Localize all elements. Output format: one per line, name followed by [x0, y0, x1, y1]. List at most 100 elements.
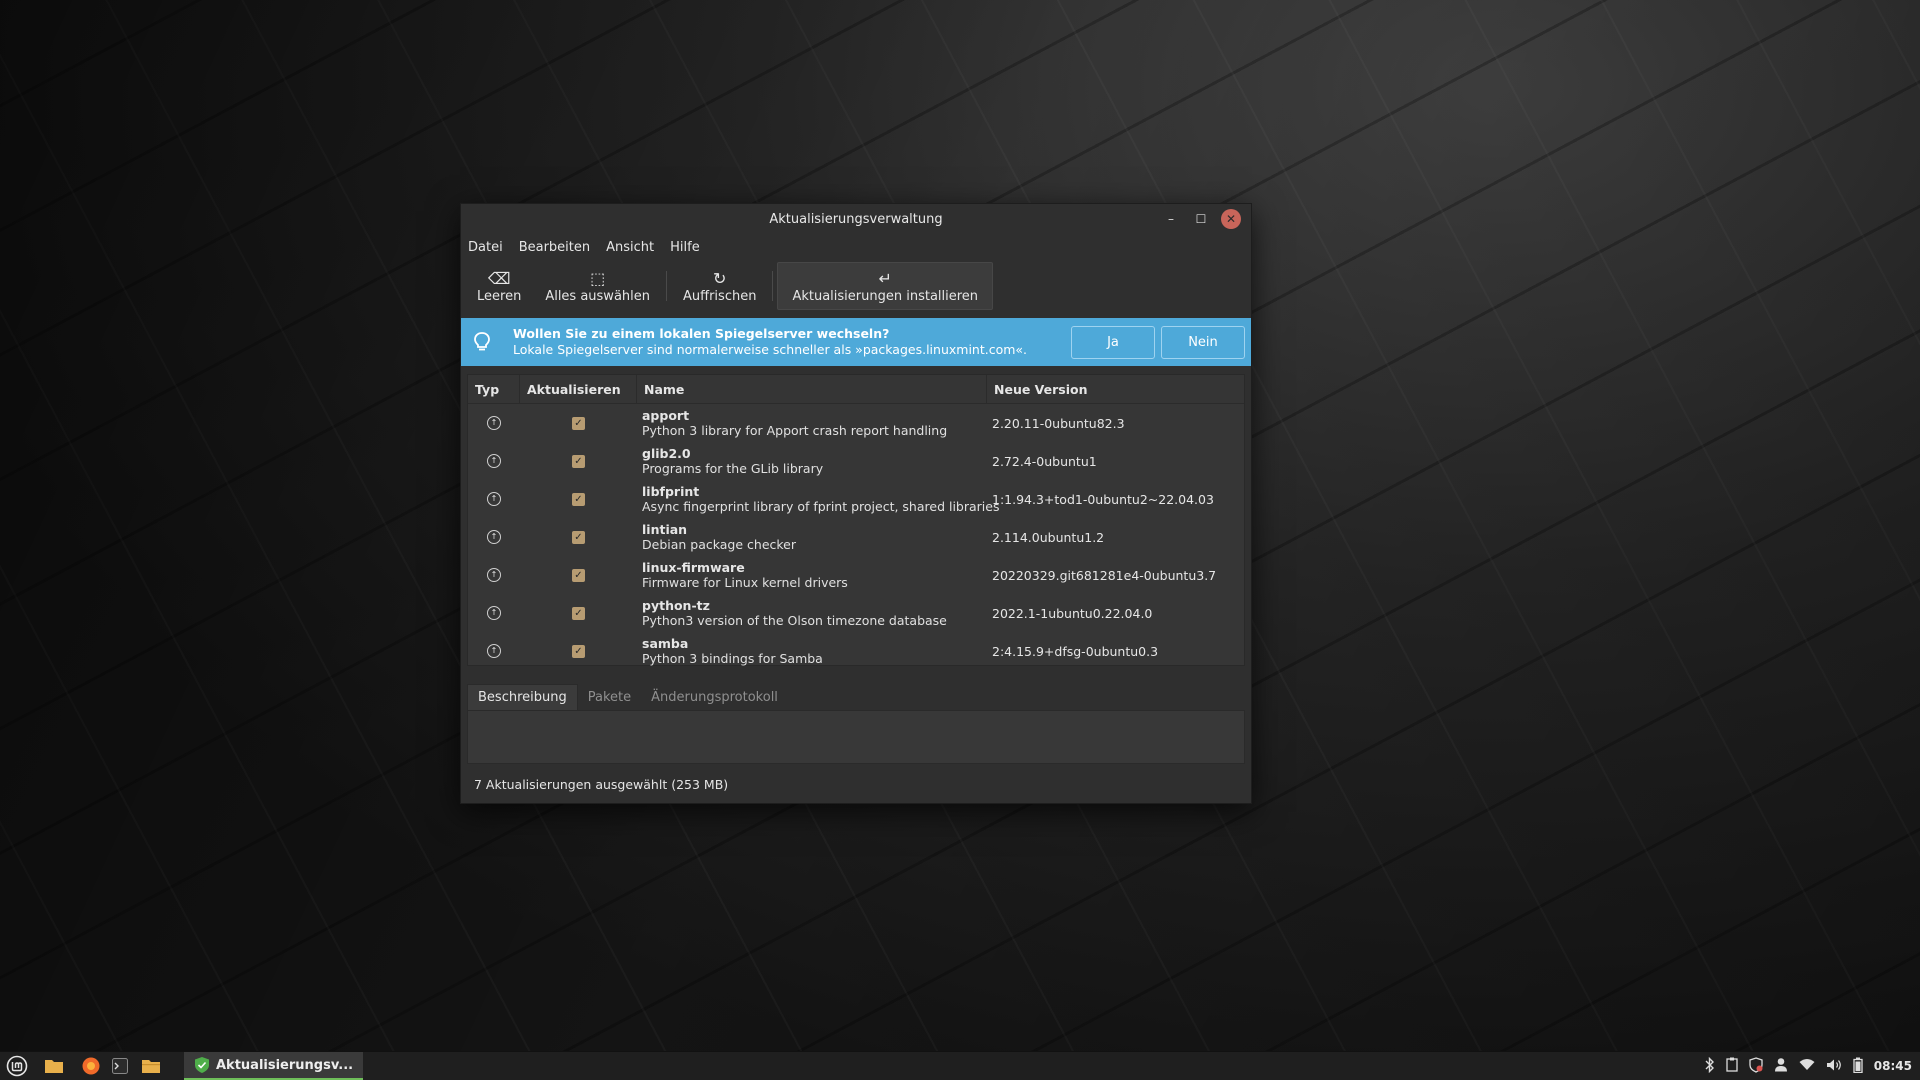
- package-description: Programs for the GLib library: [642, 461, 824, 476]
- window-controls: – ☐ ✕: [1161, 209, 1241, 229]
- package-name: apport: [642, 408, 690, 423]
- toolbar-separator: [666, 271, 667, 301]
- menu-ansicht[interactable]: Ansicht: [606, 240, 654, 255]
- package-description: Debian package checker: [642, 537, 797, 552]
- window-titlebar[interactable]: Aktualisierungsverwaltung – ☐ ✕: [461, 204, 1251, 234]
- clear-button-label: Leeren: [477, 288, 522, 304]
- taskbar-window-label: Aktualisierungsv...: [216, 1057, 354, 1073]
- package-version: 2022.1-1ubuntu0.22.04.0: [992, 605, 1153, 621]
- updates-table: Typ Aktualisieren Name Neue Version ↑ ✓ …: [467, 374, 1245, 666]
- package-name: linux-firmware: [642, 560, 745, 575]
- table-row[interactable]: ↑ ✓ apport Python 3 library for Apport cr…: [468, 404, 1244, 442]
- volume-icon[interactable]: [1826, 1058, 1842, 1075]
- table-header: Typ Aktualisieren Name Neue Version: [468, 375, 1244, 404]
- tab-pakete[interactable]: Pakete: [578, 685, 641, 710]
- package-name: samba: [642, 636, 689, 651]
- menu-hilfe[interactable]: Hilfe: [670, 240, 700, 255]
- no-button[interactable]: Nein: [1161, 325, 1245, 359]
- close-button[interactable]: ✕: [1221, 209, 1241, 229]
- window-title: Aktualisierungsverwaltung: [769, 211, 943, 227]
- firefox-icon[interactable]: [74, 1052, 108, 1080]
- table-row[interactable]: ↑ ✓ linux-firmware Firmware for Linux ker…: [468, 556, 1244, 594]
- select-all-button[interactable]: ⬚ Alles auswählen: [533, 263, 662, 309]
- table-row[interactable]: ↑ ✓ glib2.0 Programs for the GLib library…: [468, 442, 1244, 480]
- taskbar-window-button[interactable]: Aktualisierungsv...: [184, 1052, 364, 1080]
- table-row[interactable]: ↑ ✓ samba Python 3 bindings for Samba 2:4…: [468, 632, 1244, 670]
- column-header-version[interactable]: Neue Version: [987, 375, 1244, 403]
- package-version: 2.72.4-0ubuntu1: [992, 453, 1097, 469]
- update-checkbox[interactable]: ✓: [572, 568, 585, 582]
- user-icon[interactable]: [1774, 1057, 1788, 1075]
- upgrade-icon: ↑: [487, 530, 501, 544]
- package-description: Firmware for Linux kernel drivers: [642, 575, 848, 590]
- package-version: 20220329.git681281e4-0ubuntu3.7: [992, 567, 1217, 583]
- clipboard-icon[interactable]: [1726, 1057, 1738, 1075]
- enter-icon: ↵: [878, 268, 892, 288]
- refresh-button-label: Auffrischen: [683, 288, 757, 304]
- package-description: Python3 version of the Olson timezone da…: [642, 613, 947, 628]
- upgrade-icon: ↑: [487, 454, 501, 468]
- lightbulb-icon: [467, 331, 497, 353]
- refresh-icon: ↻: [713, 268, 727, 288]
- yes-button[interactable]: Ja: [1071, 325, 1155, 359]
- update-checkbox[interactable]: ✓: [572, 644, 585, 658]
- toolbar: ⌫ Leeren ⬚ Alles auswählen ↻ Auffrischen…: [461, 260, 1251, 312]
- menu-bearbeiten[interactable]: Bearbeiten: [519, 240, 590, 255]
- package-description: Python 3 library for Apport crash report…: [642, 423, 948, 438]
- table-row[interactable]: ↑ ✓ python-tz Python3 version of the Olso…: [468, 594, 1244, 632]
- infobar-text: Lokale Spiegelserver sind normalerweise …: [513, 342, 1028, 357]
- package-version: 2.114.0ubuntu1.2: [992, 529, 1105, 545]
- tab-aenderungsprotokoll[interactable]: Änderungsprotokoll: [641, 685, 788, 710]
- install-updates-button-label: Aktualisierungen installieren: [792, 288, 979, 304]
- upgrade-icon: ↑: [487, 492, 501, 506]
- clock[interactable]: 08:45: [1874, 1059, 1912, 1073]
- update-manager-window: Aktualisierungsverwaltung – ☐ ✕ Datei Be…: [460, 203, 1252, 804]
- package-version: 2:4.15.9+dfsg-0ubuntu0.3: [992, 643, 1159, 659]
- package-description: Async fingerprint library of fprint proj…: [642, 499, 1000, 514]
- column-header-typ[interactable]: Typ: [468, 375, 520, 403]
- shield-icon: [195, 1057, 209, 1073]
- update-checkbox[interactable]: ✓: [572, 416, 585, 430]
- update-checkbox[interactable]: ✓: [572, 492, 585, 506]
- package-name: lintian: [642, 522, 688, 537]
- mint-menu-icon[interactable]: [0, 1052, 34, 1080]
- details-tabs: Beschreibung Pakete Änderungsprotokoll: [467, 684, 788, 710]
- upgrade-icon: ↑: [487, 568, 501, 582]
- package-name: libfprint: [642, 484, 700, 499]
- package-name: python-tz: [642, 598, 710, 613]
- menu-bar: Datei Bearbeiten Ansicht Hilfe: [461, 234, 1251, 260]
- refresh-button[interactable]: ↻ Auffrischen: [671, 263, 768, 309]
- table-row[interactable]: ↑ ✓ libfprint Async fingerprint library o…: [468, 480, 1244, 518]
- clear-button[interactable]: ⌫ Leeren: [465, 263, 533, 309]
- files-icon[interactable]: [132, 1052, 170, 1080]
- column-header-name[interactable]: Name: [637, 375, 987, 403]
- wifi-icon[interactable]: [1799, 1058, 1815, 1074]
- package-version: 1:1.94.3+tod1-0ubuntu2~22.04.03: [992, 491, 1214, 507]
- maximize-button[interactable]: ☐: [1191, 209, 1211, 229]
- upgrade-icon: ↑: [487, 606, 501, 620]
- install-updates-button[interactable]: ↵ Aktualisierungen installieren: [777, 262, 994, 310]
- select-all-icon: ⬚: [590, 268, 606, 288]
- infobar-message: Wollen Sie zu einem lokalen Spiegelserve…: [513, 326, 1071, 358]
- backspace-icon: ⌫: [487, 268, 511, 288]
- minimize-button[interactable]: –: [1161, 209, 1181, 229]
- bluetooth-icon[interactable]: [1705, 1056, 1715, 1076]
- package-name: glib2.0: [642, 446, 691, 461]
- update-checkbox[interactable]: ✓: [572, 606, 585, 620]
- upgrade-icon: ↑: [487, 416, 501, 430]
- update-shield-icon[interactable]: [1749, 1056, 1763, 1076]
- battery-icon[interactable]: [1853, 1057, 1863, 1076]
- mirror-infobar: Wollen Sie zu einem lokalen Spiegelserve…: [461, 318, 1251, 366]
- terminal-icon[interactable]: [108, 1052, 132, 1080]
- update-checkbox[interactable]: ✓: [572, 530, 585, 544]
- folder-icon[interactable]: [34, 1052, 74, 1080]
- tab-beschreibung[interactable]: Beschreibung: [467, 684, 578, 710]
- column-header-aktualisieren[interactable]: Aktualisieren: [520, 375, 637, 403]
- menu-datei[interactable]: Datei: [468, 240, 503, 255]
- table-row[interactable]: ↑ ✓ lintian Debian package checker 2.114.…: [468, 518, 1244, 556]
- update-checkbox[interactable]: ✓: [572, 454, 585, 468]
- taskbar: Aktualisierungsv... 08:45: [0, 1051, 1920, 1080]
- toolbar-separator: [772, 271, 774, 301]
- package-version: 2.20.11-0ubuntu82.3: [992, 415, 1125, 431]
- system-tray: 08:45: [1705, 1052, 1912, 1080]
